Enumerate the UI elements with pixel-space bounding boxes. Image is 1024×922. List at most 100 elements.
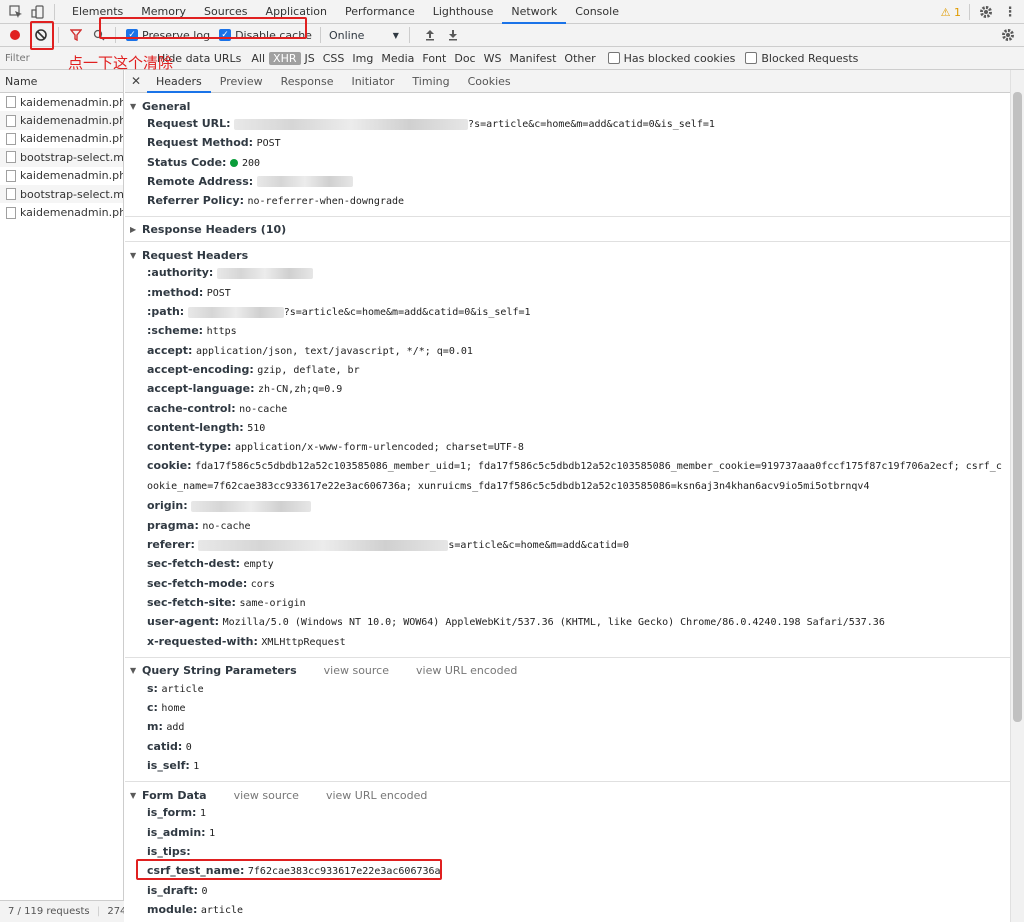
request-method-row: Request Method: POST [147,136,281,150]
checkbox-options-highlight [99,17,307,39]
annotation-label: 点一下这个清除 [68,54,174,72]
blocked-cookies-checkbox[interactable]: Has blocked cookies [607,51,736,65]
redacted-value [216,267,313,279]
request-row[interactable]: kaidemenadmin.ph... [0,111,123,130]
export-har-button[interactable] [440,24,466,47]
filter-button[interactable] [63,24,89,47]
request-url-row: Request URL: ?s=article&c=home&m=add&cat… [147,117,715,130]
general-section: ▼ General Request URL: ?s=article&c=home&… [125,93,1010,218]
form-data-header[interactable]: ▼ Form Data view source view URL encoded [125,787,1010,803]
record-button[interactable] [2,24,28,47]
request-count: 7 / 119 requests [8,906,90,917]
filter-type-js[interactable]: JS [301,52,319,65]
tab-response[interactable]: Response [272,70,343,93]
request-name: kaidemenadmin.ph... [20,206,123,220]
details-scrollbar[interactable] [1010,70,1024,922]
filter-icon [70,29,82,41]
response-headers-header[interactable]: ▶ Response Headers (10) [125,221,1010,237]
redacted-value [198,539,449,551]
warning-badge[interactable]: ⚠ 1 [941,6,961,19]
import-har-button[interactable] [420,24,440,47]
filter-type-ws[interactable]: WS [480,52,506,65]
form-field-is-draft: is_draft: 0 [147,883,208,897]
clear-button-highlight [30,21,54,50]
tab-lighthouse[interactable]: Lighthouse [424,0,503,24]
request-name: kaidemenadmin.ph... [20,114,123,128]
form-field-is-admin: is_admin: 1 [147,825,216,839]
query-param-s: s: article [147,681,204,695]
query-string-header[interactable]: ▼ Query String Parameters view source vie… [125,663,1010,679]
triangle-down-icon: ▼ [130,101,137,111]
query-param-m: m: add [147,720,185,734]
tab-timing[interactable]: Timing [403,70,458,93]
request-name: kaidemenadmin.ph... [20,132,123,146]
filter-type-other[interactable]: Other [560,52,599,65]
name-column-header[interactable]: Name [0,70,123,93]
query-string-section: ▼ Query String Parameters view source vie… [125,658,1010,783]
request-name: bootstrap-select.mi... [20,150,123,164]
filter-type-all[interactable]: All [247,52,269,65]
triangle-right-icon: ▶ [130,224,137,234]
device-toolbar-icon[interactable] [30,4,46,20]
header-scheme: :scheme: https [147,324,237,338]
request-headers-header[interactable]: ▼ Request Headers [125,247,1010,263]
request-row[interactable]: kaidemenadmin.ph... [0,93,123,111]
header-accept-encoding: accept-encoding: gzip, deflate, br [147,362,360,376]
filter-type-media[interactable]: Media [377,52,418,65]
tab-performance[interactable]: Performance [336,0,424,24]
view-url-encoded-link[interactable]: view URL encoded [416,664,517,677]
triangle-down-icon: ▼ [130,790,137,800]
header-sec-fetch-dest: sec-fetch-dest: empty [147,557,274,571]
settings-gear-icon[interactable] [978,4,994,20]
header-x-requested-with: x-requested-with: XMLHttpRequest [147,634,346,648]
file-icon [6,206,16,219]
file-icon [6,169,16,182]
general-section-header[interactable]: ▼ General [125,98,1010,114]
inspect-element-icon[interactable] [8,4,24,20]
tab-initiator[interactable]: Initiator [342,70,403,93]
header-sec-fetch-mode: sec-fetch-mode: cors [147,576,275,590]
request-name: bootstrap-select.mi... [20,187,123,201]
filter-type-font[interactable]: Font [418,52,450,65]
form-field-module: module: article [147,902,244,916]
warning-count: 1 [954,5,961,19]
request-row[interactable]: kaidemenadmin.ph... [0,130,123,148]
tab-console[interactable]: Console [566,0,628,24]
header-referer: referer: s=article&c=home&m=add&catid=0 [147,538,629,552]
request-row[interactable]: bootstrap-select.mi... [0,148,123,167]
filter-type-manifest[interactable]: Manifest [505,52,560,65]
network-settings-gear-icon[interactable] [1000,27,1016,43]
view-source-link[interactable]: view source [324,664,389,677]
filter-type-css[interactable]: CSS [319,52,349,65]
tab-network[interactable]: Network [502,0,567,24]
header-accept: accept: application/json, text/javascrip… [147,343,473,357]
request-details: ✕ Headers Preview Response Initiator Tim… [125,70,1010,922]
view-url-encoded-link[interactable]: view URL encoded [326,789,427,802]
request-row[interactable]: kaidemenadmin.ph... [0,167,123,185]
view-source-link[interactable]: view source [234,789,299,802]
tab-cookies[interactable]: Cookies [459,70,520,93]
checkbox-box [607,52,620,64]
triangle-down-icon: ▼ [130,250,137,260]
throttling-select[interactable]: Online ▼ [329,29,399,42]
more-options-icon[interactable]: ⋮ [1002,4,1018,20]
status-code-row: Status Code: 200 [147,155,260,169]
request-row[interactable]: kaidemenadmin.ph... [0,203,123,221]
scrollbar-thumb[interactable] [1013,92,1022,722]
blocked-cookies-label: Has blocked cookies [623,51,736,65]
tab-preview[interactable]: Preview [211,70,272,93]
form-data-section: ▼ Form Data view source view URL encoded … [125,782,1010,922]
redacted-value [187,306,284,318]
redacted-value [256,176,353,188]
form-field-is-form: is_form: 1 [147,806,206,820]
request-row[interactable]: bootstrap-select.mi... [0,184,123,204]
filter-type-xhr[interactable]: XHR [269,51,301,65]
throttling-value: Online [328,28,365,42]
filter-type-doc[interactable]: Doc [450,52,479,65]
filter-type-img[interactable]: Img [348,52,377,65]
blocked-requests-checkbox[interactable]: Blocked Requests [745,52,858,65]
request-list: Name kaidemenadmin.ph... kaidemenadmin.p… [0,70,124,922]
close-details-icon[interactable]: ✕ [125,74,147,88]
csrf-highlight [136,859,442,880]
status-ok-icon [229,158,238,167]
